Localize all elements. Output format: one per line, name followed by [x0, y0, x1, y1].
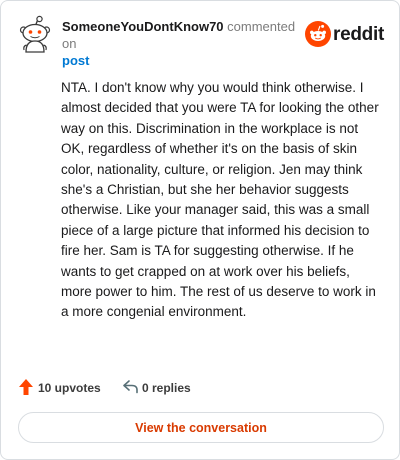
post-link[interactable]: post — [62, 52, 312, 69]
comment-embed-card: SomeoneYouDontKnow70 commented on post r… — [0, 0, 400, 460]
reply-arrow-icon[interactable] — [122, 379, 139, 397]
comment-text: NTA. I don't know why you would think ot… — [61, 80, 379, 320]
comment-actions: 10 upvotes 0 replies — [18, 376, 378, 400]
upvote-arrow-icon[interactable] — [18, 378, 34, 399]
reddit-logo[interactable]: reddit — [305, 21, 385, 49]
reply-count: 0 replies — [142, 381, 191, 395]
comment-header: SomeoneYouDontKnow70 commented on post r… — [15, 13, 387, 68]
reddit-logo-icon — [305, 21, 331, 47]
comment-meta: SomeoneYouDontKnow70 commented on post — [62, 18, 312, 69]
reddit-wordmark: reddit — [333, 24, 384, 45]
username-link[interactable]: SomeoneYouDontKnow70 — [62, 19, 224, 34]
view-conversation-button[interactable]: View the conversation — [18, 412, 384, 443]
snoo-avatar-icon[interactable] — [15, 15, 55, 55]
upvote-count: 10 upvotes — [38, 381, 101, 395]
